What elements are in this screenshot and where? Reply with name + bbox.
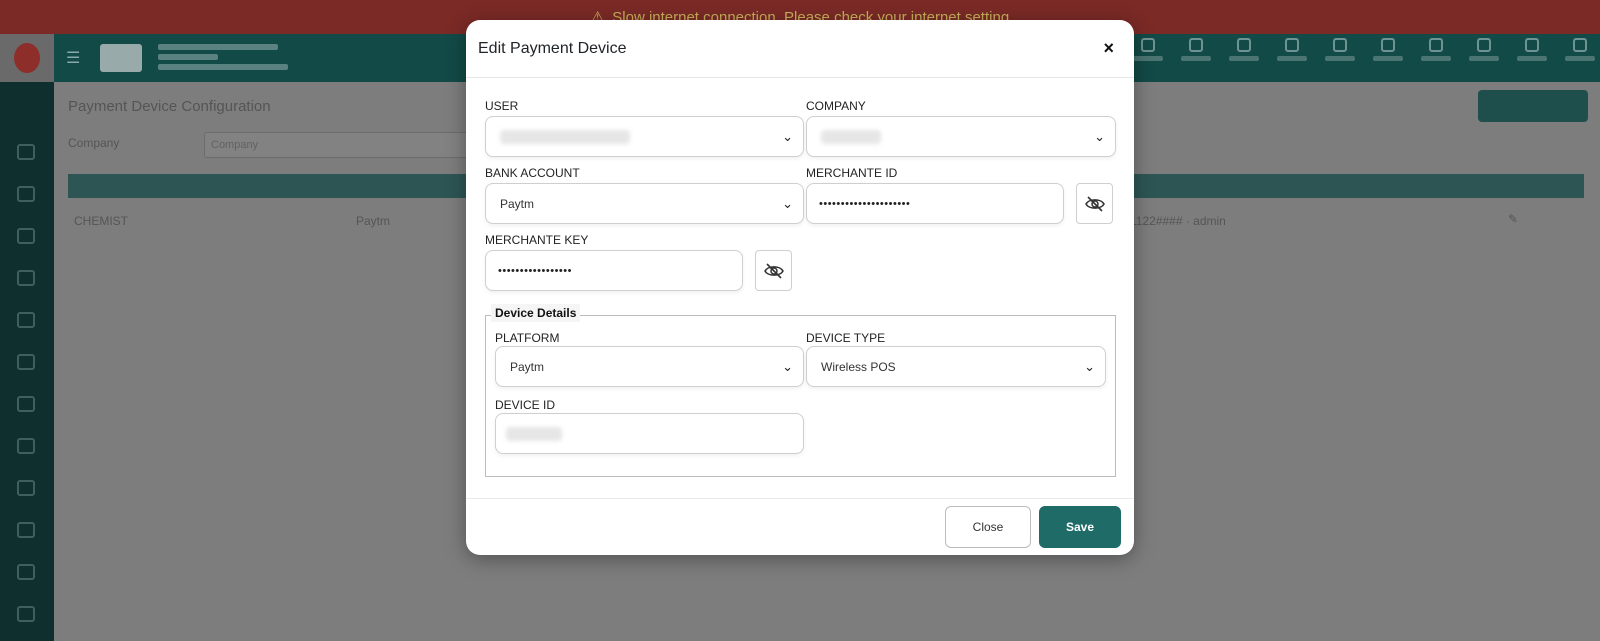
toggle-merchant-id-visibility-button[interactable] xyxy=(1076,183,1113,224)
merchant-key-value: ••••••••••••••••• xyxy=(498,264,572,277)
bank-account-value: Paytm xyxy=(500,196,535,211)
sidebar-icon[interactable] xyxy=(17,564,35,580)
chevron-down-icon: ⌄ xyxy=(782,359,793,374)
sidebar-icon[interactable] xyxy=(17,438,35,454)
company-avatar xyxy=(100,44,142,72)
device-type-select[interactable]: Wireless POS ⌄ xyxy=(806,346,1106,387)
eye-slash-icon xyxy=(763,262,784,279)
nav-item[interactable] xyxy=(1514,38,1550,78)
platform-select[interactable]: Paytm ⌄ xyxy=(495,346,804,387)
sidebar-icon[interactable] xyxy=(17,354,35,370)
nav-item[interactable] xyxy=(1562,38,1598,78)
company-filter-select[interactable]: Company xyxy=(204,132,474,158)
sidebar-icon[interactable] xyxy=(17,522,35,538)
header-nav xyxy=(1130,38,1598,78)
merchant-id-input[interactable]: ••••••••••••••••••••• xyxy=(806,183,1064,224)
sidebar-icon[interactable] xyxy=(17,228,35,244)
modal-body: USER ⌄ COMPANY ⌄ BANK ACCOUNT Paytm ⌄ ME… xyxy=(466,78,1134,498)
company-select[interactable]: ⌄ xyxy=(806,116,1116,157)
platform-label: PLATFORM xyxy=(495,331,560,345)
close-icon[interactable]: × xyxy=(1103,38,1114,59)
sidebar-icon[interactable] xyxy=(17,480,35,496)
sidebar-icon[interactable] xyxy=(17,270,35,286)
toggle-merchant-key-visibility-button[interactable] xyxy=(755,250,792,291)
nav-item[interactable] xyxy=(1322,38,1358,78)
nav-item[interactable] xyxy=(1418,38,1454,78)
user-select[interactable]: ⌄ xyxy=(485,116,804,157)
company-label: COMPANY xyxy=(806,99,866,113)
sidebar xyxy=(0,82,54,641)
bank-account-label: BANK ACCOUNT xyxy=(485,166,580,180)
bank-account-select[interactable]: Paytm ⌄ xyxy=(485,183,804,224)
modal-header: Edit Payment Device × xyxy=(466,20,1134,78)
edit-payment-device-modal: Edit Payment Device × USER ⌄ COMPANY ⌄ B… xyxy=(466,20,1134,555)
company-value-redacted xyxy=(821,129,881,144)
nav-item[interactable] xyxy=(1466,38,1502,78)
sidebar-icon[interactable] xyxy=(17,396,35,412)
chevron-down-icon: ⌄ xyxy=(782,196,793,211)
chevron-down-icon: ⌄ xyxy=(1094,129,1105,144)
save-button[interactable]: Save xyxy=(1039,506,1121,548)
merchant-key-label: MERCHANTE KEY xyxy=(485,233,589,247)
user-label: USER xyxy=(485,99,519,113)
chevron-down-icon: ⌄ xyxy=(782,129,793,144)
device-id-input[interactable] xyxy=(495,413,804,454)
nav-item[interactable] xyxy=(1226,38,1262,78)
close-button[interactable]: Close xyxy=(945,506,1031,548)
device-type-value: Wireless POS xyxy=(821,359,896,374)
merchant-id-label: MERCHANTE ID xyxy=(806,166,898,180)
sidebar-icon[interactable] xyxy=(17,186,35,202)
edit-icon[interactable]: ✎ xyxy=(1508,212,1518,226)
nav-item[interactable] xyxy=(1370,38,1406,78)
nav-item[interactable] xyxy=(1178,38,1214,78)
sidebar-icon[interactable] xyxy=(17,144,35,160)
sidebar-icon[interactable] xyxy=(17,606,35,622)
modal-title: Edit Payment Device xyxy=(478,39,627,57)
company-info xyxy=(158,40,298,70)
eye-slash-icon xyxy=(1084,195,1105,212)
app-logo xyxy=(0,34,54,82)
device-id-value-redacted xyxy=(506,426,562,441)
device-type-label: DEVICE TYPE xyxy=(806,331,886,345)
platform-value: Paytm xyxy=(510,359,545,374)
page-title: Payment Device Configuration xyxy=(68,98,271,115)
device-details-legend: Device Details xyxy=(491,304,581,322)
add-device-button[interactable] xyxy=(1478,90,1588,122)
filter-label: Company xyxy=(68,136,120,150)
nav-item[interactable] xyxy=(1130,38,1166,78)
merchant-id-value: ••••••••••••••••••••• xyxy=(819,197,911,210)
device-id-label: DEVICE ID xyxy=(495,398,556,412)
user-value-redacted xyxy=(500,129,630,144)
modal-footer: Close Save xyxy=(466,498,1134,555)
merchant-key-input[interactable]: ••••••••••••••••• xyxy=(485,250,743,291)
sidebar-icon[interactable] xyxy=(17,312,35,328)
menu-icon[interactable]: ☰ xyxy=(66,48,80,68)
chevron-down-icon: ⌄ xyxy=(1084,359,1095,374)
nav-item[interactable] xyxy=(1274,38,1310,78)
